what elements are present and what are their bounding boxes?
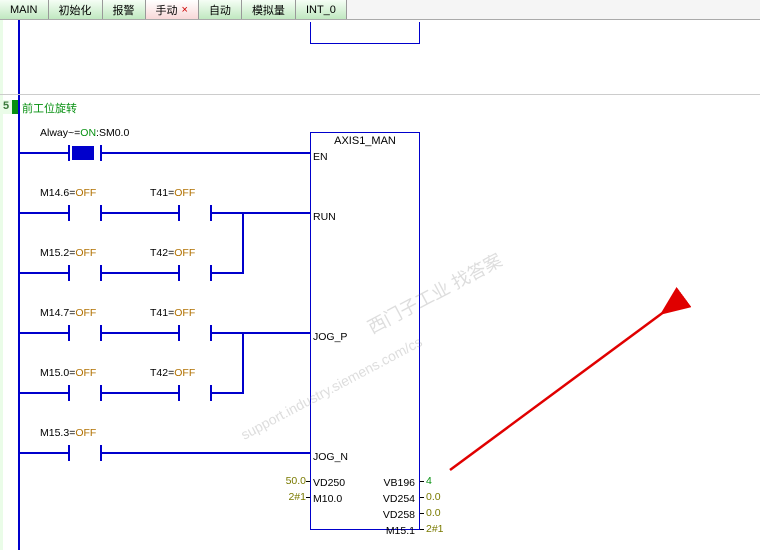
pin-vb196: VB196 [383,477,415,489]
tab-auto[interactable]: 自动 [199,0,242,19]
block-title: AXIS1_MAN [311,135,419,147]
contact-m152[interactable]: M15.2=OFF [40,247,130,285]
contact-t42-a[interactable]: T42=OFF [150,247,240,285]
val-vd258: 0.0 [426,507,441,519]
contact-t41-b[interactable]: T41=OFF [150,307,240,345]
val-m100: 2#1 [270,491,306,503]
left-power-rail [18,20,20,550]
pin-jogn: JOG_N [313,451,348,463]
close-icon[interactable]: × [182,4,188,16]
pin-jogp: JOG_P [313,331,347,343]
pin-m100: M10.0 [313,493,342,505]
val-vd254: 0.0 [426,491,441,503]
contact-m146[interactable]: M14.6=OFF [40,187,130,225]
tab-init[interactable]: 初始化 [49,0,103,19]
tab-main[interactable]: MAIN [0,0,49,19]
tab-analog[interactable]: 模拟量 [242,0,296,19]
contact-t42-b[interactable]: T42=OFF [150,367,240,405]
network-title: 前工位旋转 [22,100,77,116]
contact-t41-a[interactable]: T41=OFF [150,187,240,225]
val-vb196: 4 [426,475,432,487]
ladder-canvas: 5 前工位旋转 Alway~=ON:SM0.0 M14.6=OFF T41=OF… [0,20,760,550]
tab-alarm[interactable]: 报警 [103,0,146,19]
pin-vd258: VD258 [383,509,415,521]
contact-m150[interactable]: M15.0=OFF [40,367,130,405]
prev-block-fragment [310,22,420,44]
network-number: 5 [0,100,12,114]
network-bar [12,100,18,114]
pin-run: RUN [313,211,336,223]
contact-m147[interactable]: M14.7=OFF [40,307,130,345]
tab-manual[interactable]: 手动 × [146,0,199,19]
pin-m151: M15.1 [386,525,415,537]
val-vd250: 50.0 [270,475,306,487]
val-m151: 2#1 [426,523,444,535]
tab-int0[interactable]: INT_0 [296,0,347,19]
contact-m153[interactable]: M15.3=OFF [40,427,130,465]
pin-vd254: VD254 [383,493,415,505]
pin-vd250: VD250 [313,477,345,489]
contact-sm00[interactable]: Alway~=ON:SM0.0 [40,127,130,165]
function-block-axis1-man[interactable]: AXIS1_MAN EN RUN JOG_P JOG_N VD250 M10.0… [310,132,420,530]
pin-en: EN [313,151,328,163]
tab-bar: MAIN 初始化 报警 手动 × 自动 模拟量 INT_0 [0,0,760,20]
